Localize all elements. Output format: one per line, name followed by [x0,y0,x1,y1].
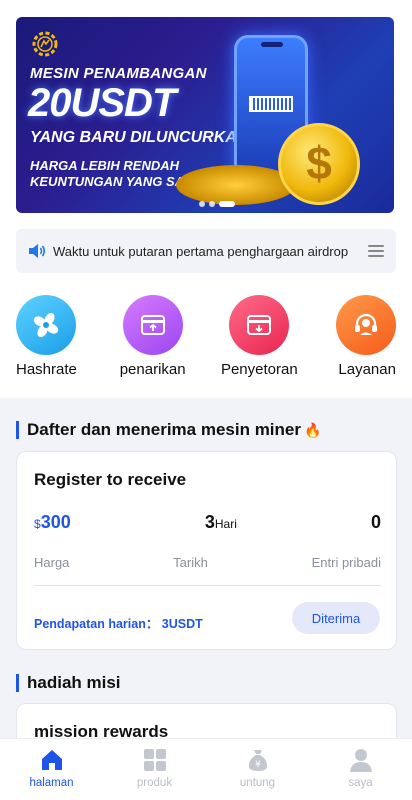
price-amount: 300 [40,512,71,532]
period-label: Tarikh [173,555,208,570]
tab-me[interactable]: saya [309,739,412,800]
tab-label: produk [136,777,173,789]
price-value: $300 [34,512,71,533]
svg-text:¥: ¥ [255,760,261,770]
quick-action-hashrate[interactable]: Hashrate [16,295,86,378]
quick-action-label: penarikan [119,361,186,378]
tab-label: untung [239,777,276,789]
divider [34,585,381,586]
tab-label: saya [348,777,373,789]
promo-banner[interactable]: MESIN PENAMBANGAN 20USDT YANG BARU DILUN… [16,17,394,213]
section-title-mission: hadiah misi [16,674,121,692]
price-label: Harga [34,555,70,570]
period-unit: Hari [214,517,237,531]
tab-profit[interactable]: ¥ untung [206,739,309,800]
card-title: Register to receive [34,470,187,489]
money-bag-icon: ¥ [248,750,267,771]
withdraw-icon [122,295,183,355]
card-stats: $300 3Hari 0 [34,512,381,533]
announcement-text: Waktu untuk putaran pertama penghargaan … [53,243,349,259]
quick-action-service[interactable]: Layanan [326,295,396,378]
register-card: Register to receive $300 3Hari 0 Harga T… [16,451,397,650]
daily-income: Pendapatan harian： 3USDT [34,617,203,631]
quick-action-label: Penyetoran [220,361,298,378]
tab-home[interactable]: halaman [0,739,103,800]
banner-line-3: YANG BARU DILUNCURKAN [30,129,249,146]
quick-action-label: Layanan [338,361,396,378]
banner-headline: 20USDT [28,81,176,125]
personal-entries-value: 0 [370,512,381,532]
headset-icon [335,295,396,355]
banner-line-1: MESIN PENAMBANGAN [30,65,207,82]
mining-logo-icon [32,31,58,57]
carousel-indicator [199,201,235,207]
card-labels: Harga Tarikh Entri pribadi [34,555,381,570]
barcode-icon [249,96,293,112]
carousel-dot[interactable] [199,201,205,207]
section-title-text: Dafter dan menerima mesin miner [27,420,301,439]
tab-label: halaman [29,777,74,789]
speaker-icon [29,244,46,258]
deposit-icon [229,295,290,355]
tab-products[interactable]: produk [103,739,206,800]
banner-line-4: HARGA LEBIH RENDAH [30,158,180,173]
section-title-register: Dafter dan menerima mesin miner 🔥 [16,421,321,439]
phone-notch [261,42,283,47]
menu-icon[interactable] [368,242,384,260]
price-currency: $ [34,517,41,531]
user-icon [349,749,372,772]
grid-icon [143,749,166,771]
carousel-dot[interactable] [209,201,215,207]
section-title-text: hadiah misi [27,673,121,692]
quick-actions: Hashrate penarikan Penyetoran Layanan [0,295,412,378]
quick-action-label: Hashrate [16,361,77,378]
quick-action-withdraw[interactable]: penarikan [113,295,193,378]
accept-button[interactable]: Diterima [292,602,380,634]
period-number: 3 [204,512,215,532]
fan-icon [16,295,76,355]
quick-action-deposit[interactable]: Penyetoran [219,295,299,378]
carousel-dot-active[interactable] [219,201,235,207]
fire-icon: 🔥 [303,422,322,438]
bottom-tab-bar: halaman produk ¥ untung saya [0,738,412,800]
announcement-bar[interactable]: Waktu untuk putaran pertama penghargaan … [16,229,396,273]
period-value: 3Hari [205,512,237,533]
home-icon [41,750,62,770]
dollar-coin-icon: $ [278,123,360,205]
entries-label: Entri pribadi [311,555,381,570]
top-panel: MESIN PENAMBANGAN 20USDT YANG BARU DILUN… [0,0,412,398]
